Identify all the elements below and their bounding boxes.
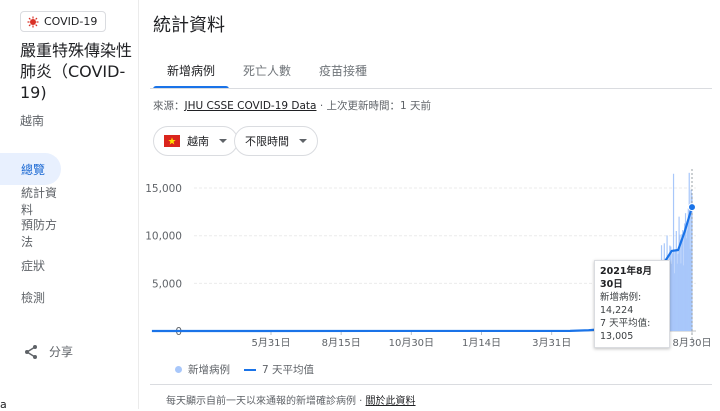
legend-bars-label: 新增病例 — [188, 362, 230, 377]
region-dropdown-label: 越南 — [187, 133, 209, 149]
sidebar: COVID-19 嚴重特殊傳染性肺炎（COVID-19) 越南 總覽 統計資料 … — [0, 0, 138, 409]
source-line: 來源：JHU CSSE COVID-19 Data · 上次更新時間：1 天前 — [153, 98, 431, 113]
chip-label: COVID-19 — [44, 15, 97, 28]
virus-icon — [27, 16, 39, 28]
share-label: 分享 — [49, 343, 73, 360]
tooltip-cases: 新增病例: 14,224 — [600, 291, 664, 317]
about-data-link[interactable]: 關於此資料 — [366, 396, 416, 407]
x-tick-label: 5月31日 — [251, 337, 290, 349]
vietnam-flag-icon — [164, 135, 180, 147]
legend-line-label: 7 天平均值 — [262, 362, 314, 377]
covid-chip[interactable]: COVID-19 — [20, 11, 106, 32]
x-tick-label: 1月14日 — [462, 337, 501, 349]
page-edge-text: a — [0, 398, 7, 411]
time-range-dropdown[interactable]: 不限時間 — [234, 126, 318, 156]
sidebar-divider — [138, 0, 139, 409]
chevron-down-icon — [219, 139, 227, 143]
y-tick-label: 10,000 — [145, 231, 182, 243]
x-tick-label: 3月31日 — [532, 337, 571, 349]
sidebar-item-overview[interactable]: 總覽 — [0, 153, 61, 185]
sidebar-nav: 總覽 統計資料 預防方法 症狀 檢測 — [0, 153, 138, 313]
source-suffix: · 上次更新時間：1 天前 — [316, 100, 431, 112]
chart-tooltip: 2021年8月30日 新增病例: 14,224 7 天平均值: 13,005 — [594, 260, 670, 348]
sidebar-item-testing[interactable]: 檢測 — [0, 281, 61, 313]
sidebar-item-symptoms[interactable]: 症狀 — [0, 249, 61, 281]
tab-new-cases[interactable]: 新增病例 — [153, 52, 229, 88]
legend-bar-swatch — [175, 366, 182, 373]
tab-divider — [150, 88, 712, 89]
legend-line-swatch — [244, 369, 256, 371]
y-tick-label: 15,000 — [145, 183, 182, 195]
chart-legend: 新增病例 7 天平均值 — [175, 362, 314, 377]
footnote-text: 每天顯示自前一天以來通報的新增確診病例 · — [166, 396, 366, 407]
tab-bar: 新增病例 死亡人數 疫苗接種 — [153, 52, 381, 88]
tooltip-date: 2021年8月30日 — [600, 265, 664, 291]
source-prefix: 來源： — [153, 100, 185, 112]
highlight-point — [689, 204, 696, 211]
legend-divider — [150, 384, 712, 385]
x-tick-label: 10月30日 — [389, 337, 434, 349]
share-icon — [23, 344, 39, 360]
tooltip-average: 7 天平均值: 13,005 — [600, 317, 664, 343]
country-label: 越南 — [20, 112, 44, 129]
chevron-down-icon — [299, 139, 307, 143]
sidebar-item-statistics[interactable]: 統計資料 — [0, 185, 61, 217]
region-dropdown[interactable]: 越南 — [153, 126, 238, 156]
source-link[interactable]: JHU CSSE COVID-19 Data — [185, 100, 317, 112]
share-button[interactable]: 分享 — [23, 343, 73, 360]
page-title: 嚴重特殊傳染性肺炎（COVID-19) — [20, 40, 132, 103]
time-range-label: 不限時間 — [245, 133, 289, 149]
footnote: 每天顯示自前一天以來通報的新增確診病例 · 關於此資料 — [166, 392, 416, 407]
sidebar-item-prevention[interactable]: 預防方法 — [0, 217, 61, 249]
x-tick-label: 8月15日 — [322, 337, 361, 349]
section-title: 統計資料 — [153, 11, 225, 37]
y-tick-label: 5,000 — [152, 278, 182, 290]
tab-deaths[interactable]: 死亡人數 — [229, 52, 305, 88]
tab-vaccinations[interactable]: 疫苗接種 — [305, 52, 381, 88]
